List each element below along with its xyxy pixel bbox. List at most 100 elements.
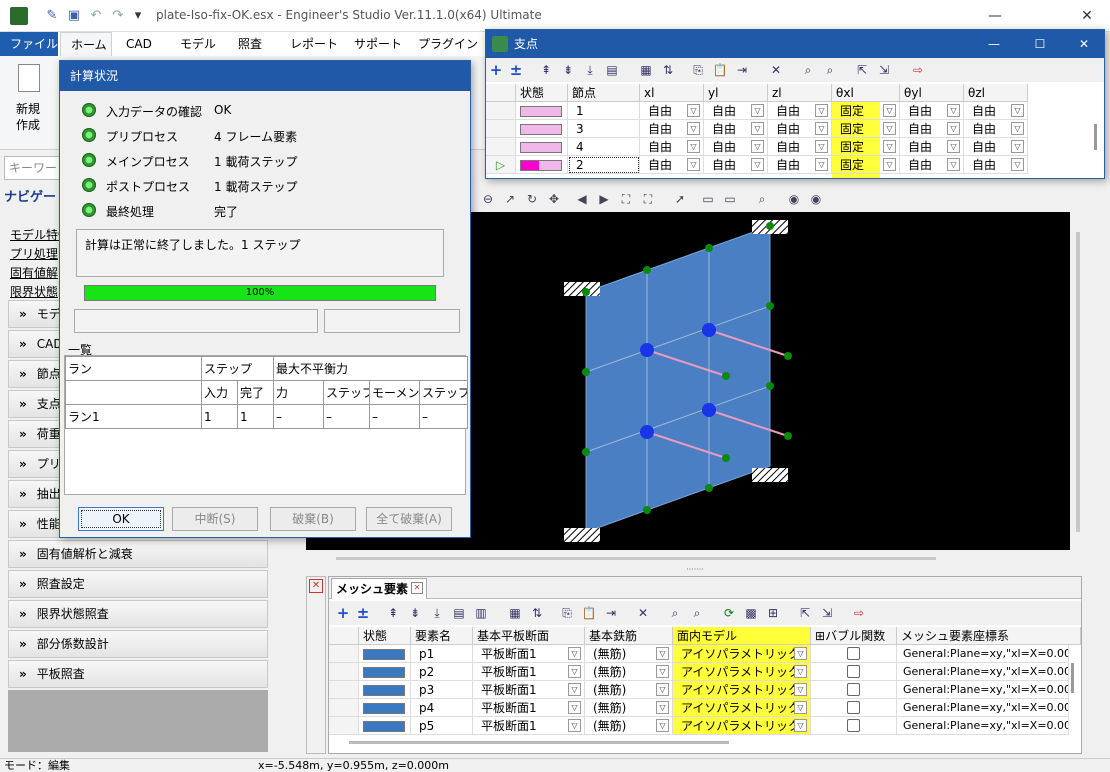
new-button[interactable]: 新規 作成 xyxy=(8,62,52,132)
zoom-window-icon[interactable]: ↗ xyxy=(502,191,518,207)
chevron-down-icon[interactable]: ▽ xyxy=(947,104,960,117)
chevron-down-icon[interactable]: ▽ xyxy=(794,665,807,678)
row-selector[interactable] xyxy=(329,645,359,663)
tab-home[interactable]: ホーム xyxy=(60,32,112,56)
paste-special-icon[interactable]: ⇥ xyxy=(603,605,619,621)
coordinate-system-cell[interactable]: General:Plane=xy,"xl=X=0.000, xyxy=(897,681,1069,699)
bubble-function-checkbox[interactable] xyxy=(847,719,860,732)
support-scroll-thumb[interactable] xyxy=(1094,124,1097,150)
add-icon[interactable]: + xyxy=(335,605,351,621)
refresh-icon[interactable]: ⟳ xyxy=(721,605,737,621)
chevron-down-icon[interactable]: ▽ xyxy=(687,104,700,117)
row-selector[interactable] xyxy=(329,663,359,681)
minimize-button[interactable]: — xyxy=(972,0,1018,32)
chevron-down-icon[interactable]: ▽ xyxy=(568,665,581,678)
nav-section-check-settings[interactable]: » 照査設定 xyxy=(8,570,268,598)
support-marker[interactable] xyxy=(564,282,600,296)
zoom-out-icon[interactable]: ⊖ xyxy=(480,191,496,207)
chevron-down-icon[interactable]: ▽ xyxy=(568,719,581,732)
select-cursor-icon[interactable]: ➚ xyxy=(672,191,688,207)
table-row[interactable]: ラン1 1 1 – – – – xyxy=(65,404,469,429)
plate-section-select[interactable]: 平板断面1 ▽ xyxy=(473,717,585,735)
camera-icon[interactable]: ◉ xyxy=(786,191,802,207)
columns2-icon[interactable]: ▥ xyxy=(473,605,489,621)
tab-check[interactable]: 照査 xyxy=(228,32,272,56)
element-name-cell[interactable]: p5 xyxy=(411,717,473,735)
row-selector[interactable] xyxy=(329,699,359,717)
support-marker[interactable] xyxy=(752,468,788,482)
columns-icon[interactable]: ▤ xyxy=(451,605,467,621)
chevron-down-icon[interactable]: ▽ xyxy=(656,701,669,714)
move-up-icon[interactable]: ⇞ xyxy=(385,605,401,621)
nav-link-preprocess[interactable]: プリ処理 xyxy=(10,245,62,262)
back-icon[interactable]: ◀ xyxy=(574,191,590,207)
column-theta-xl[interactable]: θxl xyxy=(832,84,900,102)
table-edit-icon[interactable]: ▦ xyxy=(507,605,523,621)
chevron-down-icon[interactable]: ▽ xyxy=(815,140,828,153)
copy-icon[interactable]: ⎘ xyxy=(690,62,706,78)
theta-xl-select[interactable]: 固定 ▽ xyxy=(832,120,900,138)
chevron-down-icon[interactable]: ▽ xyxy=(794,647,807,660)
discard-button[interactable]: 破棄(B) xyxy=(270,507,356,531)
generate-icon[interactable]: ▩ xyxy=(743,605,759,621)
coordinate-system-cell[interactable]: General:Plane=xy,"xl=X=0.000, xyxy=(897,663,1069,681)
expand-icon[interactable]: ⇱ xyxy=(854,62,870,78)
column-node[interactable]: 節点 xyxy=(568,84,640,102)
zl-select[interactable]: 自由 ▽ xyxy=(768,102,832,120)
in-plane-model-select[interactable]: アイソパラメトリック ▽ xyxy=(673,717,811,735)
theta-yl-select[interactable]: 自由 ▽ xyxy=(900,102,964,120)
chevron-down-icon[interactable]: ▽ xyxy=(656,665,669,678)
tab-plugin[interactable]: プラグイン xyxy=(408,32,488,56)
node-cell[interactable]: 3 xyxy=(568,120,640,138)
row-selector[interactable] xyxy=(486,120,516,138)
node-cell[interactable]: 2 xyxy=(568,156,640,174)
rebar-select[interactable]: (無筋) ▽ xyxy=(585,681,673,699)
delete-icon[interactable]: ✕ xyxy=(768,62,784,78)
chevron-down-icon[interactable]: ▽ xyxy=(687,122,700,135)
collapse-icon[interactable]: ⇲ xyxy=(876,62,892,78)
chevron-down-icon[interactable]: ▽ xyxy=(568,683,581,696)
chevron-down-icon[interactable]: ▽ xyxy=(1011,158,1024,171)
chevron-down-icon[interactable]: ▽ xyxy=(794,701,807,714)
ok-button[interactable]: OK xyxy=(78,507,164,531)
scroll-thumb[interactable] xyxy=(336,557,936,560)
rebar-select[interactable]: (無筋) ▽ xyxy=(585,717,673,735)
mesh-vertical-scroll-thumb[interactable] xyxy=(1071,663,1074,693)
fixed-node-marker[interactable] xyxy=(640,425,654,439)
paste-special-icon[interactable]: ⇥ xyxy=(734,62,750,78)
theta-yl-select[interactable]: 自由 ▽ xyxy=(900,138,964,156)
replace-icon[interactable]: ⌕ xyxy=(689,605,705,621)
chevron-down-icon[interactable]: ▽ xyxy=(883,140,896,153)
column-bubble-function[interactable]: ⊞バブル関数 xyxy=(811,627,897,645)
chevron-down-icon[interactable]: ▽ xyxy=(568,647,581,660)
column-plate-section[interactable]: 基本平板断面 xyxy=(473,627,585,645)
delete-icon[interactable]: ✕ xyxy=(635,605,651,621)
move-bottom-icon[interactable]: ⤓ xyxy=(429,605,445,621)
column-zl[interactable]: zl xyxy=(768,84,832,102)
theta-xl-select[interactable]: 固定 ▽ xyxy=(832,156,900,174)
tab-report[interactable]: レポート xyxy=(280,32,348,56)
coordinate-system-cell[interactable]: General:Plane=xy,"xl=X=0.000, xyxy=(897,717,1069,735)
plate-section-select[interactable]: 平板断面1 ▽ xyxy=(473,681,585,699)
node-cell[interactable]: 4 xyxy=(568,138,640,156)
new-file-icon[interactable]: ✎ xyxy=(44,8,60,24)
tab-file[interactable]: ファイル xyxy=(0,32,58,56)
fit-all-icon[interactable]: ⛶ xyxy=(640,191,656,207)
row-selector[interactable] xyxy=(486,102,516,120)
chevron-down-icon[interactable]: ▽ xyxy=(751,140,764,153)
fixed-node-marker[interactable] xyxy=(702,323,716,337)
customize-quick-access-icon[interactable]: ▾ xyxy=(130,8,146,24)
viewport-vertical-scrollbar[interactable] xyxy=(1072,212,1084,550)
nav-section-plate-check[interactable]: » 平板照査 xyxy=(8,660,268,688)
column-state[interactable]: 状態 xyxy=(516,84,568,102)
rotate-icon[interactable]: ↻ xyxy=(524,191,540,207)
paste-icon[interactable]: 📋 xyxy=(581,605,597,621)
support-marker[interactable] xyxy=(564,528,600,542)
fixed-node-marker[interactable] xyxy=(702,403,716,417)
save-icon[interactable]: ▣ xyxy=(66,8,82,24)
in-plane-model-select[interactable]: アイソパラメトリック ▽ xyxy=(673,681,811,699)
row-selector[interactable] xyxy=(329,717,359,735)
insert-icon[interactable]: ± xyxy=(508,62,524,78)
chevron-down-icon[interactable]: ▽ xyxy=(947,158,960,171)
find-icon[interactable]: ⌕ xyxy=(800,62,816,78)
